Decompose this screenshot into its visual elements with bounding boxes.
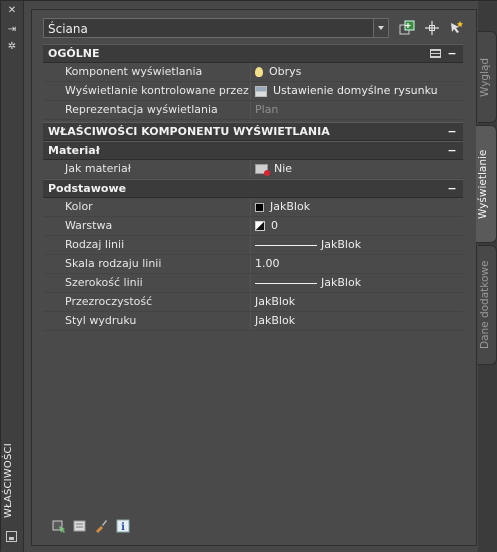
category-material-label: Materiał <box>48 144 100 157</box>
auto-hide-icon[interactable]: ⇥ <box>5 24 19 36</box>
match-properties-brush-icon[interactable] <box>94 519 108 533</box>
property-label: Komponent wyświetlania <box>65 65 203 78</box>
tab-extended-data[interactable]: Dane dodatkowe <box>478 245 497 365</box>
quick-select-icon[interactable] <box>399 20 415 36</box>
collapse-icon[interactable]: − <box>447 142 457 159</box>
property-label: Warstwa <box>65 219 113 232</box>
property-row-by-material[interactable]: Jak materiał Nie <box>43 160 463 179</box>
property-row-display-representation: Reprezentacja wyświetlania Plan <box>43 101 463 120</box>
tab-appearance-label: Wygląd <box>479 57 491 97</box>
properties-palette: ✕ ⇥ ✲ WŁAŚCIWOŚCI Ściana OGÓLNE − Kompon… <box>0 0 497 552</box>
property-label: Skala rodzaju linii <box>65 257 162 270</box>
property-label: Reprezentacja wyświetlania <box>65 103 218 116</box>
by-material-value: Nie <box>274 162 293 175</box>
display-controlled-value: Ustawienie domyślne rysunku <box>273 84 438 97</box>
edit-style-icon[interactable] <box>73 519 87 533</box>
layer-value: 0 <box>271 219 278 232</box>
lineweight-value: JakBlok <box>321 276 362 289</box>
category-display-component-properties[interactable]: WŁAŚCIWOŚCI KOMPONENTU WYŚWIETLANIA − <box>43 122 463 141</box>
palette-title: WŁAŚCIWOŚCI <box>3 443 14 519</box>
color-value: JakBlok <box>270 200 311 213</box>
property-label: Wyświetlanie kontrolowane przez <box>65 84 249 97</box>
category-general-label: OGÓLNE <box>48 47 100 60</box>
category-material[interactable]: Materiał − <box>43 141 463 160</box>
tab-display[interactable]: Wyświetlanie <box>476 125 497 243</box>
layer-icon <box>255 221 265 231</box>
object-type-dropdown[interactable]: Ściana <box>43 18 389 38</box>
palette-body: Ściana OGÓLNE − Komponent wyświetlania O… <box>24 1 478 552</box>
palette-menu-icon[interactable] <box>6 531 17 542</box>
tab-extended-data-label: Dane dodatkowe <box>479 260 491 350</box>
tab-strip: Wygląd Wyświetlanie Dane dodatkowe <box>476 1 497 552</box>
collapse-icon[interactable]: − <box>447 180 457 197</box>
property-label: Styl wydruku <box>65 314 137 327</box>
plot-style-value[interactable]: JakBlok <box>255 312 295 330</box>
close-icon[interactable]: ✕ <box>5 5 19 17</box>
palette-title-strip: ✕ ⇥ ✲ WŁAŚCIWOŚCI <box>1 1 24 552</box>
property-value[interactable]: JakBlok <box>255 236 361 254</box>
material-icon <box>255 164 270 176</box>
property-value[interactable]: Nie <box>255 160 292 178</box>
select-similar-icon[interactable] <box>52 519 66 533</box>
property-row-color[interactable]: Kolor JakBlok <box>43 198 463 217</box>
property-label: Szerokość linii <box>65 276 143 289</box>
property-row-layer[interactable]: Warstwa 0 <box>43 217 463 236</box>
info-icon[interactable]: i <box>116 519 130 533</box>
tab-appearance[interactable]: Wygląd <box>478 31 497 123</box>
lineweight-sample <box>255 282 317 284</box>
property-row-display-component[interactable]: Komponent wyświetlania Obrys <box>43 63 463 82</box>
display-tab-panel: Ściana OGÓLNE − Komponent wyświetlania O… <box>31 9 477 546</box>
linetype-scale-value[interactable]: 1.00 <box>255 255 280 273</box>
property-value[interactable]: Ustawienie domyślne rysunku <box>255 82 438 100</box>
tab-display-label: Wyświetlanie <box>477 149 489 219</box>
toggle-pickadd-icon[interactable] <box>448 20 464 36</box>
property-row-linetype[interactable]: Rodzaj linii JakBlok <box>43 236 463 255</box>
property-label: Jak materiał <box>65 162 131 175</box>
select-objects-icon[interactable] <box>424 20 440 36</box>
property-label: Kolor <box>65 200 93 213</box>
property-value[interactable]: Obrys <box>255 63 301 81</box>
property-row-transparency[interactable]: Przezroczystość JakBlok <box>43 293 463 312</box>
category-general[interactable]: OGÓLNE − <box>43 44 463 63</box>
drawing-default-icon <box>255 85 267 97</box>
chevron-down-icon[interactable] <box>373 19 388 37</box>
property-value[interactable]: JakBlok <box>255 198 310 216</box>
layout-grid-icon[interactable] <box>430 49 441 58</box>
lightbulb-icon <box>255 67 263 77</box>
property-row-lineweight[interactable]: Szerokość linii JakBlok <box>43 274 463 293</box>
property-row-display-controlled-by[interactable]: Wyświetlanie kontrolowane przez Ustawien… <box>43 82 463 101</box>
object-type-value: Ściana <box>48 22 88 36</box>
display-component-value: Obrys <box>269 65 302 78</box>
collapse-icon[interactable]: − <box>447 123 457 140</box>
linetype-sample <box>255 244 317 246</box>
color-swatch-icon <box>255 202 264 212</box>
property-label: Przezroczystość <box>65 295 153 308</box>
settings-icon[interactable]: ✲ <box>5 41 19 53</box>
category-display-component-label: WŁAŚCIWOŚCI KOMPONENTU WYŚWIETLANIA <box>48 125 330 138</box>
property-label: Rodzaj linii <box>65 238 125 251</box>
property-row-plot-style[interactable]: Styl wydruku JakBlok <box>43 312 463 331</box>
display-representation-value: Plan <box>255 103 279 116</box>
collapse-icon[interactable]: − <box>447 45 457 62</box>
property-value[interactable]: 0 <box>255 217 278 235</box>
transparency-value[interactable]: JakBlok <box>255 293 295 311</box>
category-basic-label: Podstawowe <box>48 182 127 195</box>
linetype-value: JakBlok <box>321 238 362 251</box>
property-row-linetype-scale[interactable]: Skala rodzaju linii 1.00 <box>43 255 463 274</box>
svg-text:i: i <box>121 522 125 533</box>
property-value[interactable]: JakBlok <box>255 274 361 292</box>
property-grid: OGÓLNE − Komponent wyświetlania Obrys Wy… <box>43 44 463 331</box>
category-basic[interactable]: Podstawowe − <box>43 179 463 198</box>
